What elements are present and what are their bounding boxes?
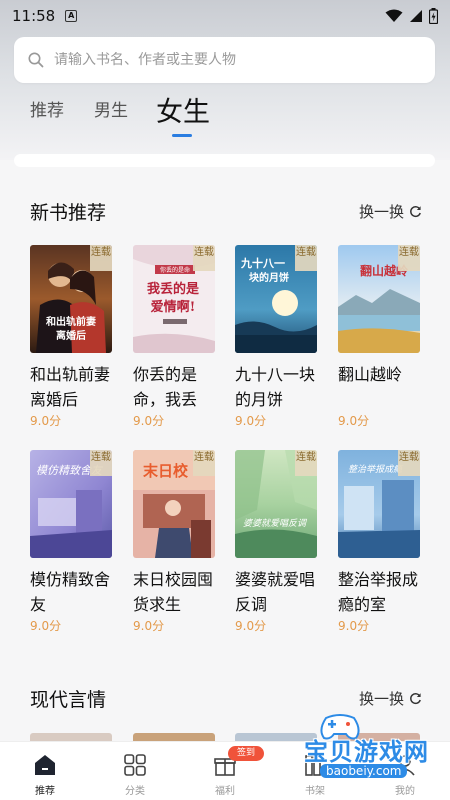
gender-tabs: 推荐 男生 女生 xyxy=(0,96,450,136)
book-card[interactable]: 你丢的是命 我丢的是 爱情啊! 连载 你丢的是命，我丢 9.0分 xyxy=(133,245,215,429)
wifi-icon xyxy=(385,9,403,22)
serializing-tag: 连载 xyxy=(193,245,215,271)
book-score: 9.0分 xyxy=(133,414,165,428)
book-title: 模仿精致舍友 xyxy=(30,570,111,614)
section-header-new-books: 新书推荐 换一换 xyxy=(30,196,422,226)
nav-label: 书架 xyxy=(305,786,325,797)
serializing-tag: 连载 xyxy=(193,450,215,476)
book-cover: 末日校 连载 xyxy=(133,450,215,558)
svg-text:婆婆就爱唱反调: 婆婆就爱唱反调 xyxy=(243,518,308,529)
book-title: 九十八一块的月饼 xyxy=(235,365,316,409)
serializing-tag: 连载 xyxy=(398,245,420,271)
refresh-button[interactable]: 换一换 xyxy=(359,688,422,709)
svg-text:爱情啊!: 爱情啊! xyxy=(151,299,196,315)
watermark: 宝贝游戏网 baobeiy.com xyxy=(280,712,450,782)
book-score: 9.0分 xyxy=(30,619,62,633)
serializing-tag: 连载 xyxy=(90,245,112,271)
book-card[interactable]: 九十八一 块的月饼 连载 九十八一块的月饼 9.0分 xyxy=(235,245,317,429)
book-cover: 整治举报成瘾 连载 xyxy=(338,450,420,558)
home-icon xyxy=(35,755,55,775)
serializing-tag: 连载 xyxy=(90,450,112,476)
book-title: 和出轨前妻离婚后 xyxy=(30,365,111,409)
check-in-badge[interactable]: 签到 xyxy=(228,746,264,761)
svg-text:九十八一: 九十八一 xyxy=(240,256,285,270)
refresh-icon xyxy=(410,692,421,704)
book-title: 整治举报成瘾的室 xyxy=(338,570,419,614)
section-title: 新书推荐 xyxy=(30,201,107,224)
book-score: 9.0分 xyxy=(235,414,267,428)
signal-icon xyxy=(410,10,422,22)
grid-icon xyxy=(124,754,146,776)
book-title: 翻山越岭 xyxy=(338,365,403,384)
book-card[interactable]: 整治举报成瘾 连载 整治举报成瘾的室 9.0分 xyxy=(338,450,420,634)
book-score: 9.0分 xyxy=(235,619,267,633)
status-icons xyxy=(385,8,438,24)
serializing-tag: 连载 xyxy=(295,450,317,476)
search-bar[interactable] xyxy=(14,37,435,83)
book-cover-partial[interactable] xyxy=(30,733,112,741)
book-score: 9.0分 xyxy=(338,414,370,428)
book-card[interactable]: 模仿精致舍友 连载 模仿精致舍友 9.0分 xyxy=(30,450,112,634)
book-cover: 模仿精致舍友 连载 xyxy=(30,450,112,558)
watermark-url: baobeiy.com xyxy=(320,764,408,778)
nav-label: 福利 xyxy=(215,786,235,797)
book-title: 婆婆就爱唱反调 xyxy=(235,570,316,614)
watermark-text: 宝贝游戏网 xyxy=(304,738,429,766)
nav-item-category[interactable]: 分类 xyxy=(90,742,180,800)
serializing-tag: 连载 xyxy=(398,450,420,476)
svg-text:整治举报成瘾: 整治举报成瘾 xyxy=(348,464,404,475)
book-card[interactable]: 婆婆就爱唱反调 连载 婆婆就爱唱反调 9.0分 xyxy=(235,450,317,634)
banner-strip[interactable] xyxy=(14,154,435,167)
svg-text:末日校: 末日校 xyxy=(143,462,189,480)
serializing-tag: 连载 xyxy=(295,245,317,271)
book-cover: 九十八一 块的月饼 连载 xyxy=(235,245,317,353)
book-score: 9.0分 xyxy=(30,414,62,428)
book-score: 9.0分 xyxy=(133,619,165,633)
book-card[interactable]: 和出轨前妻 离婚后 连载 和出轨前妻离婚后 9.0分 xyxy=(30,245,112,429)
nav-label: 分类 xyxy=(125,786,145,797)
book-score: 9.0分 xyxy=(338,619,370,633)
tab-male[interactable]: 男生 xyxy=(94,96,128,121)
search-icon xyxy=(28,52,44,68)
refresh-label: 换一换 xyxy=(358,202,404,221)
tab-recommend[interactable]: 推荐 xyxy=(30,96,64,121)
nav-label: 推荐 xyxy=(35,786,55,797)
book-cover-partial[interactable] xyxy=(133,733,215,741)
section-title: 现代言情 xyxy=(30,688,107,711)
tab-female[interactable]: 女生 xyxy=(156,90,210,129)
nav-item-recommend[interactable]: 推荐 xyxy=(0,742,90,800)
svg-text:我丢的是: 我丢的是 xyxy=(147,281,200,297)
nav-label: 我的 xyxy=(395,786,415,797)
battery-icon xyxy=(429,8,438,24)
svg-text:块的月饼: 块的月饼 xyxy=(249,271,289,284)
refresh-icon xyxy=(410,205,421,217)
book-cover: 你丢的是命 我丢的是 爱情啊! 连载 xyxy=(133,245,215,353)
tab-indicator xyxy=(172,134,192,137)
book-title: 末日校园囤货求生 xyxy=(133,570,214,614)
book-card[interactable]: 翻山越岭 连载 翻山越岭 9.0分 xyxy=(338,245,420,429)
book-title: 你丢的是命，我丢 xyxy=(133,365,198,409)
refresh-button[interactable]: 换一换 xyxy=(359,201,422,222)
book-cover: 和出轨前妻 离婚后 连载 xyxy=(30,245,112,353)
book-cover: 翻山越岭 连载 xyxy=(338,245,420,353)
svg-text:你丢的是命: 你丢的是命 xyxy=(160,266,190,274)
section-header-modern-romance: 现代言情 换一换 xyxy=(30,683,422,713)
svg-text:和出轨前妻: 和出轨前妻 xyxy=(45,315,96,328)
search-input[interactable] xyxy=(54,52,414,68)
status-bar: 11:58 A xyxy=(0,0,450,32)
svg-text:离婚后: 离婚后 xyxy=(56,329,86,342)
refresh-label: 换一换 xyxy=(358,689,404,708)
book-card[interactable]: 末日校 连载 末日校园囤货求生 9.0分 xyxy=(133,450,215,634)
status-time: 11:58 xyxy=(12,7,56,25)
book-cover: 婆婆就爱唱反调 连载 xyxy=(235,450,317,558)
a-icon: A xyxy=(65,10,78,22)
